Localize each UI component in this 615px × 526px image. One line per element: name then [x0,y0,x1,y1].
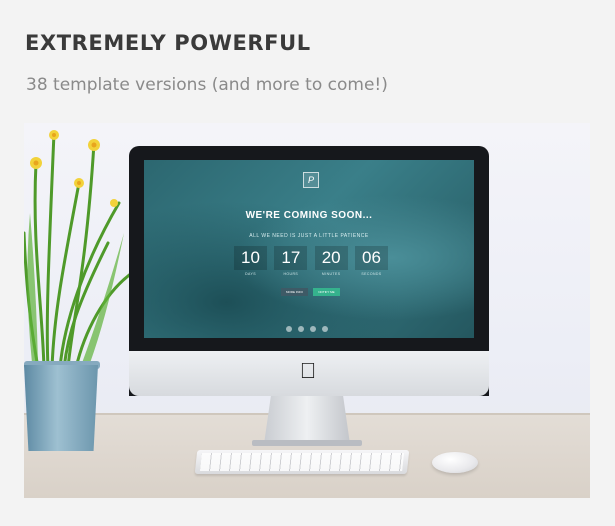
countdown-timer: 10 DAYS 17 HOURS 20 MINUTES 06 SECONDS [234,246,388,280]
countdown-label: DAYS [245,272,256,276]
social-links [286,326,336,332]
countdown-label: MINUTES [321,272,341,276]
countdown-value: 20 [314,246,348,270]
imac-photo:  P WE'RE COMING SOON... ALL WE NEED IS … [24,123,590,498]
coming-soon-screen: P WE'RE COMING SOON... ALL WE NEED IS JU… [144,160,474,338]
monitor-stand [264,396,350,444]
monitor-stand-foot [252,440,362,446]
keyboard [194,450,410,474]
daffodil-plant [24,130,134,368]
countdown-value: 06 [354,246,388,270]
countdown-value: 10 [234,246,267,270]
countdown-label: HOURS [283,272,299,276]
page-subtitle: 38 template versions (and more to come!) [26,75,388,95]
countdown-hours: 17 HOURS [274,246,308,280]
keyboard-keys [200,453,404,471]
twitter-icon[interactable] [310,326,316,332]
mouse [432,452,478,473]
screen-subtitle: ALL WE NEED IS JUST A LITTLE PATIENCE [249,233,369,239]
flower-pot [24,365,98,451]
page-title: EXTREMELY POWERFUL [25,31,311,55]
more-info-button[interactable]: MORE INFO [281,288,308,296]
notify-me-button[interactable]: NOTIFY ME [313,288,340,296]
email-icon[interactable] [286,326,292,332]
countdown-seconds: 06 SECONDS [354,246,388,280]
screen-button-group: MORE INFO NOTIFY ME [281,288,341,296]
google-plus-icon[interactable] [322,326,328,332]
facebook-icon[interactable] [298,326,304,332]
brand-logo-icon: P [303,172,319,188]
countdown-label: SECONDS [361,272,382,276]
screen-title: WE'RE COMING SOON... [245,210,373,221]
countdown-value: 17 [274,246,308,270]
apple-logo-icon:  [295,358,321,384]
countdown-minutes: 20 MINUTES [314,246,348,280]
countdown-days: 10 DAYS [234,246,267,280]
